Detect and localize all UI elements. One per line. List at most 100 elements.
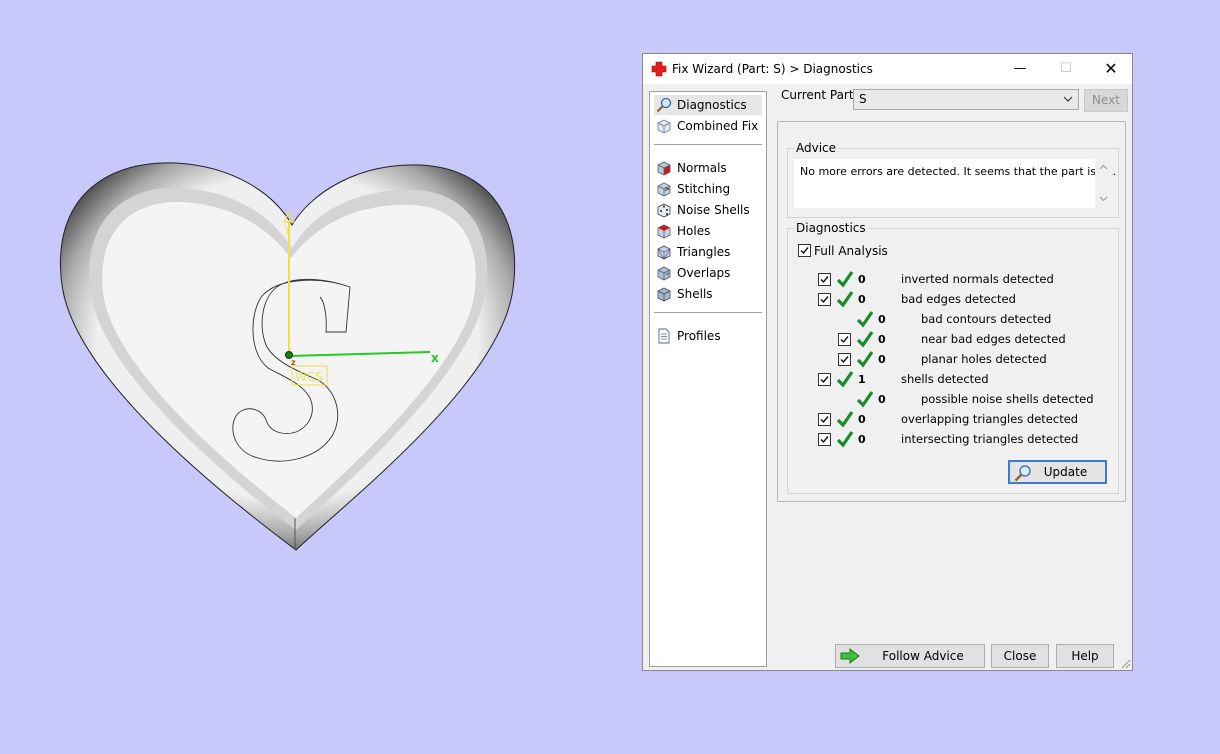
inverted-normals-checkbox[interactable] <box>818 273 831 286</box>
nav-item-noise-shells[interactable]: Noise Shells <box>654 200 762 220</box>
nav-item-holes[interactable]: Holes <box>654 221 762 241</box>
3d-viewport[interactable]: y x z WCS <box>0 0 640 751</box>
heart-model: y x z WCS <box>60 162 516 551</box>
follow-advice-button[interactable]: Follow Advice <box>835 644 985 668</box>
diagnostics-panel: Advice No more errors are detected. It s… <box>777 121 1126 502</box>
checkmark-icon <box>820 276 829 284</box>
dialog-titlebar[interactable]: Fix Wizard (Part: S) > Diagnostics — ☐ ✕ <box>643 54 1132 84</box>
intersecting-triangles-label: intersecting triangles detected <box>901 432 1079 446</box>
dialog-title: Fix Wizard (Part: S) > Diagnostics <box>672 62 873 76</box>
near-bad-edges-label: near bad edges detected <box>921 332 1066 346</box>
intersecting-triangles-checkbox[interactable] <box>818 433 831 446</box>
fix-wizard-dialog: Fix Wizard (Part: S) > Diagnostics — ☐ ✕… <box>642 53 1133 671</box>
nav-label: Shells <box>677 287 713 301</box>
scroll-up-icon[interactable] <box>1098 162 1109 173</box>
shells-label: shells detected <box>901 372 989 386</box>
bad-edges-label: bad edges detected <box>901 292 1016 306</box>
nav-item-combined-fix[interactable]: Combined Fix <box>654 116 762 136</box>
follow-advice-label: Follow Advice <box>882 649 964 663</box>
advice-textbox[interactable]: No more errors are detected. It seems th… <box>794 159 1116 208</box>
y-axis-label: y <box>285 223 291 234</box>
magnifier-icon <box>656 97 672 113</box>
overlap-cube-icon <box>657 266 671 281</box>
green-check-icon <box>856 311 874 328</box>
checkmark-icon <box>820 436 829 444</box>
dice-icon <box>657 203 671 218</box>
shell-cube-icon <box>657 287 671 302</box>
nav-label: Holes <box>677 224 711 238</box>
maximize-button[interactable]: ☐ <box>1043 54 1089 84</box>
bad-edges-checkbox[interactable] <box>818 293 831 306</box>
next-button[interactable]: Next <box>1084 89 1128 112</box>
red-cross-icon <box>651 61 667 77</box>
nav-label: Combined Fix <box>677 119 759 133</box>
nav-label: Noise Shells <box>677 203 750 217</box>
chevron-down-icon <box>1063 96 1073 102</box>
nav-item-profiles[interactable]: Profiles <box>654 326 762 346</box>
nav-label: Normals <box>677 161 727 175</box>
nav-item-stitching[interactable]: Stitching <box>654 179 762 199</box>
x-axis-label: x <box>431 351 439 365</box>
planar-holes-label: planar holes detected <box>921 352 1047 366</box>
nav-label: Diagnostics <box>677 98 747 112</box>
advice-title: Advice <box>794 141 839 155</box>
nav-item-overlaps[interactable]: Overlaps <box>654 263 762 283</box>
nav-label: Profiles <box>677 329 721 343</box>
near-bad-edges-checkbox[interactable] <box>838 333 851 346</box>
green-check-icon <box>856 331 874 348</box>
overlapping-triangles-checkbox[interactable] <box>818 413 831 426</box>
cube-red-face-icon <box>657 161 671 176</box>
nav-label: Overlaps <box>677 266 731 280</box>
full-analysis-checkbox[interactable] <box>798 244 811 257</box>
nav-item-normals[interactable]: Normals <box>654 158 762 178</box>
resize-grip-icon[interactable] <box>1120 658 1131 669</box>
checkmark-icon <box>820 296 829 304</box>
checkmark-icon <box>840 336 849 344</box>
diagnostics-group: Diagnostics Full Analysis 0 inverted nor… <box>787 221 1119 494</box>
triangle-cube-icon <box>657 245 671 260</box>
inverted-normals-label: inverted normals detected <box>901 272 1054 286</box>
green-check-icon <box>836 291 854 308</box>
checkmark-icon <box>840 356 849 364</box>
close-window-button[interactable]: ✕ <box>1088 54 1134 84</box>
advice-scrollbar[interactable] <box>1095 159 1112 208</box>
nav-label: Stitching <box>677 182 731 196</box>
cube-hole-icon <box>657 224 671 239</box>
minimize-button[interactable]: — <box>997 54 1043 84</box>
green-check-icon <box>836 411 854 428</box>
checkmark-icon <box>800 247 809 255</box>
help-button[interactable]: Help <box>1056 644 1114 668</box>
scroll-down-icon[interactable] <box>1098 193 1109 204</box>
checkmark-icon <box>820 376 829 384</box>
close-button[interactable]: Close <box>991 644 1049 668</box>
nav-item-diagnostics[interactable]: Diagnostics <box>654 95 762 115</box>
current-part-select[interactable]: S <box>853 89 1079 110</box>
shells-checkbox[interactable] <box>818 373 831 386</box>
green-check-icon <box>856 351 874 368</box>
nav-item-shells[interactable]: Shells <box>654 284 762 304</box>
stitch-cube-icon <box>657 182 671 197</box>
arrow-right-icon <box>840 647 860 665</box>
overlapping-triangles-count: 0 <box>858 413 866 426</box>
green-check-icon <box>836 371 854 388</box>
planar-holes-checkbox[interactable] <box>838 353 851 366</box>
bad-contours-count: 0 <box>878 313 886 326</box>
nav-item-triangles[interactable]: Triangles <box>654 242 762 262</box>
update-button[interactable]: Update <box>1008 460 1107 484</box>
green-check-icon <box>836 431 854 448</box>
planar-holes-count: 0 <box>878 353 886 366</box>
diagnostics-title: Diagnostics <box>794 221 868 235</box>
bad-contours-label: bad contours detected <box>921 312 1052 326</box>
intersecting-triangles-count: 0 <box>858 433 866 446</box>
update-label: Update <box>1043 465 1088 479</box>
noise-shells-label: possible noise shells detected <box>921 392 1094 406</box>
full-analysis-label: Full Analysis <box>814 244 888 258</box>
document-icon <box>658 328 670 344</box>
wizard-nav: Diagnostics Combined Fix Normals Stitchi… <box>649 91 767 667</box>
shells-count: 1 <box>858 373 866 386</box>
current-part-label: Current Part: <box>781 88 858 102</box>
wcs-label: WCS <box>295 370 323 384</box>
green-check-icon <box>856 391 874 408</box>
cube-icon <box>657 119 671 134</box>
green-check-icon <box>836 271 854 288</box>
